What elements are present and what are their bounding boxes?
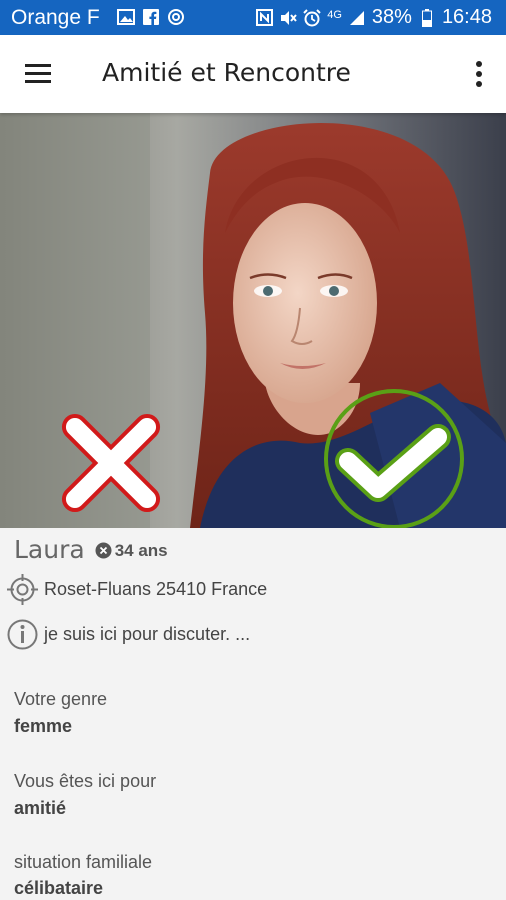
signal-icon xyxy=(348,9,366,27)
nfc-icon xyxy=(255,9,273,27)
battery-icon xyxy=(418,8,436,27)
clock: 16:48 xyxy=(441,6,492,28)
profile-name: Laura xyxy=(14,535,85,564)
profile-location: Roset-Fluans 25410 France xyxy=(44,579,268,599)
facebook-icon xyxy=(142,8,160,26)
accept-check-icon[interactable] xyxy=(322,387,466,528)
more-vert-icon[interactable] xyxy=(472,59,486,89)
profile-age: 34 ans xyxy=(114,540,168,560)
profile-about: je suis ici pour discuter. ... xyxy=(44,624,251,644)
info-icon xyxy=(7,619,38,650)
system-status: 4G 38% 16:48 xyxy=(255,6,492,29)
field-label-purpose: Vous êtes ici pour xyxy=(14,771,157,791)
hamburger-menu-icon[interactable] xyxy=(22,60,54,88)
app-bar: Amitié et Rencontre xyxy=(0,35,506,113)
field-value-purpose: amitié xyxy=(14,798,67,818)
gallery-icon xyxy=(117,8,135,26)
status-circle-x-icon xyxy=(95,542,112,559)
network-type: 4G xyxy=(327,8,342,21)
carrier-name: Orange F xyxy=(11,6,100,29)
status-bar: Orange F 4G 38% 16:48 xyxy=(0,0,506,35)
about-row: je suis ici pour discuter. ... xyxy=(5,617,250,652)
mute-icon xyxy=(279,9,297,27)
notification-icons xyxy=(117,8,185,26)
location-row: Roset-Fluans 25410 France xyxy=(5,572,267,607)
reject-x-icon[interactable] xyxy=(50,402,172,524)
location-target-icon xyxy=(7,574,38,605)
field-value-family: célibataire xyxy=(14,878,104,898)
sync-icon xyxy=(167,8,185,26)
field-label-genre: Votre genre xyxy=(14,689,108,709)
field-label-family: situation familiale xyxy=(14,852,153,872)
profile-photo[interactable] xyxy=(0,113,506,528)
profile-details: Laura 34 ans Roset-Fluans 25410 France j… xyxy=(0,528,506,900)
age-badge: 34 ans xyxy=(95,541,168,561)
battery-level: 38% xyxy=(371,6,412,28)
app-title: Amitié et Rencontre xyxy=(102,58,351,87)
alarm-icon xyxy=(303,8,321,27)
name-row: Laura 34 ans xyxy=(14,535,168,564)
field-value-genre: femme xyxy=(14,716,73,736)
